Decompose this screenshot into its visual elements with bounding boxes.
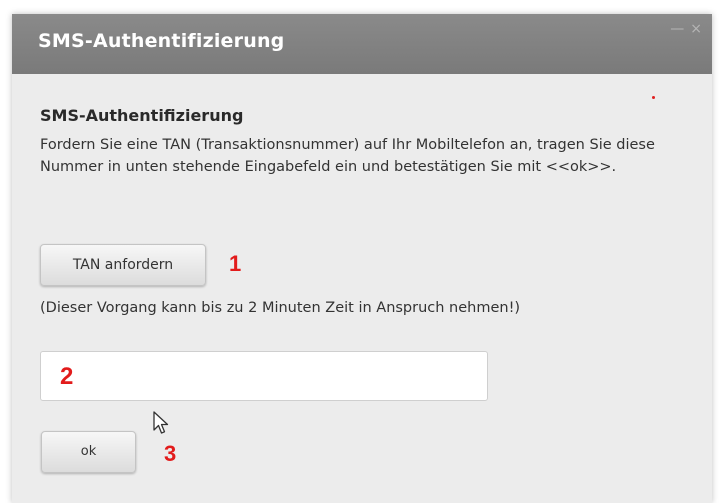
- tan-input-field[interactable]: 2: [40, 351, 488, 401]
- dialog-titlebar[interactable]: SMS-Authentifizierung — ×: [12, 14, 712, 74]
- red-dot-mark: [652, 96, 655, 99]
- step-1-marker: 1: [229, 251, 242, 276]
- section-heading: SMS-Authentifizierung: [40, 106, 244, 125]
- request-tan-button[interactable]: TAN anfordern: [40, 244, 206, 286]
- instructions-text: Fordern Sie eine TAN (Transaktionsnummer…: [40, 137, 655, 175]
- mouse-pointer-icon: [153, 411, 169, 434]
- duration-hint: (Dieser Vorgang kann bis zu 2 Minuten Ze…: [40, 300, 521, 316]
- step-3-marker: 3: [164, 441, 177, 466]
- sms-auth-dialog: SMS-Authentifizierung — × SMS-Authentifi…: [12, 14, 712, 503]
- window-controls: — ×: [670, 22, 702, 36]
- dialog-title: SMS-Authentifizierung: [38, 30, 285, 52]
- close-icon[interactable]: ×: [690, 22, 702, 36]
- minimize-icon[interactable]: —: [670, 22, 684, 36]
- step-2-marker: 2: [60, 363, 74, 390]
- ok-button[interactable]: ok: [41, 431, 136, 473]
- screen: SMS-Authentifizierung — × SMS-Authentifi…: [0, 0, 723, 503]
